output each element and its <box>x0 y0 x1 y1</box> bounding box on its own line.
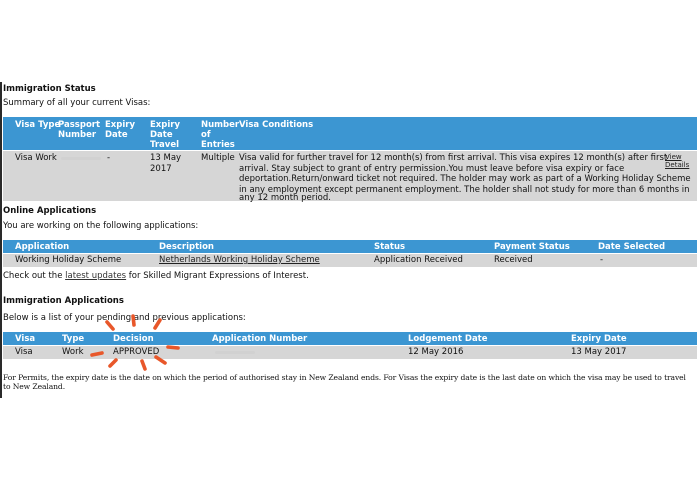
immigration-status-summary: Summary of all your current Visas: <box>3 98 151 108</box>
burst-stroke-bottom-left <box>108 358 118 368</box>
entries-cell: Multiple <box>201 153 235 163</box>
col-expiry-date-travel: Expiry Date Travel <box>150 120 181 150</box>
col-visa-type: Visa Type <box>15 120 61 130</box>
online-apps-header: Application Description Status Payment S… <box>3 240 697 253</box>
col-expiry-date: Expiry Date <box>105 120 136 140</box>
online-apps-row[interactable]: Working Holiday Scheme Netherlands Worki… <box>3 254 697 267</box>
burst-stroke-top-right <box>153 318 162 330</box>
updates-note-prefix: Check out the <box>3 271 66 281</box>
online-applications-title: Online Applications <box>3 206 97 216</box>
expiry-date-cell: - <box>107 153 111 163</box>
col-type: Type <box>62 333 85 344</box>
updates-note: Check out the latest updates for Skilled… <box>3 271 309 281</box>
status-cell: Application Received <box>374 255 463 265</box>
description-cell[interactable]: Netherlands Working Holiday Scheme <box>159 255 320 266</box>
lodgement-date-cell: 12 May 2016 <box>408 347 464 357</box>
immigration-applications-title: Immigration Applications <box>3 296 124 306</box>
col-passport-number: Passport Number <box>58 120 101 140</box>
burst-stroke-top <box>131 314 136 327</box>
immigration-status-title: Immigration Status <box>3 84 96 94</box>
col-expiry-date-apps: Expiry Date <box>571 333 627 344</box>
conditions-line-5: any 12 month period. <box>239 193 331 204</box>
col-lodgement-date: Lodgement Date <box>408 333 488 344</box>
burst-stroke-bottom <box>140 359 147 371</box>
burst-stroke-bottom-right <box>154 355 167 365</box>
col-date-selected: Date Selected <box>598 241 666 252</box>
col-payment-status: Payment Status <box>494 241 570 252</box>
payment-status-cell: Received <box>494 255 533 265</box>
col-visa-conditions: Visa Conditions <box>239 120 314 130</box>
col-application-number: Application Number <box>212 333 308 344</box>
conditions-line-3: deportation.Return/onward ticket not req… <box>239 174 691 185</box>
burst-stroke-top-left <box>105 320 115 331</box>
conditions-line-2: arrival. Stay subject to grant of entry … <box>239 163 625 174</box>
expiry-travel-line1: 13 May <box>150 153 182 163</box>
conditions-line-1: Visa valid for further travel for 12 mon… <box>239 153 668 163</box>
redacted-application-number <box>215 351 255 354</box>
expiry-travel-line2: 2017 <box>150 163 172 174</box>
burst-stroke-left <box>90 351 104 357</box>
expiry-date-cell-apps: 13 May 2017 <box>571 347 627 357</box>
application-cell: Working Holiday Scheme <box>15 255 122 265</box>
redacted-passport <box>61 157 101 160</box>
visa-cell: Visa <box>15 347 33 357</box>
col-number-of-entries: Number of Entries <box>201 120 240 150</box>
updates-note-suffix: for Skilled Migrant Expressions of Inter… <box>126 271 309 281</box>
col-description: Description <box>159 241 214 252</box>
online-applications-summary: You are working on the following applica… <box>3 221 199 231</box>
approved-highlight-burst <box>90 314 180 371</box>
page-left-border <box>0 82 2 398</box>
burst-stroke-right <box>166 345 180 350</box>
latest-updates-link[interactable]: latest updates <box>65 271 126 281</box>
visa-type-cell: Visa Work <box>15 153 57 163</box>
col-visa: Visa <box>15 333 36 344</box>
col-status: Status <box>374 241 406 252</box>
date-selected-cell: - <box>600 255 604 265</box>
type-cell: Work <box>62 347 84 357</box>
visa-table-row: Visa Work - 13 May 2017 Multiple Visa va… <box>3 151 697 204</box>
description-link[interactable]: Netherlands Working Holiday Scheme <box>159 255 320 265</box>
footer-note: For Permits, the expiry date is the date… <box>3 373 686 391</box>
details-link[interactable]: Details <box>665 161 689 169</box>
col-application: Application <box>15 241 70 252</box>
view-link[interactable]: View <box>665 153 682 161</box>
view-details-link[interactable]: View Details <box>665 153 689 169</box>
visa-table-header: Visa Type Passport Number Expiry Date Ex… <box>3 117 697 150</box>
